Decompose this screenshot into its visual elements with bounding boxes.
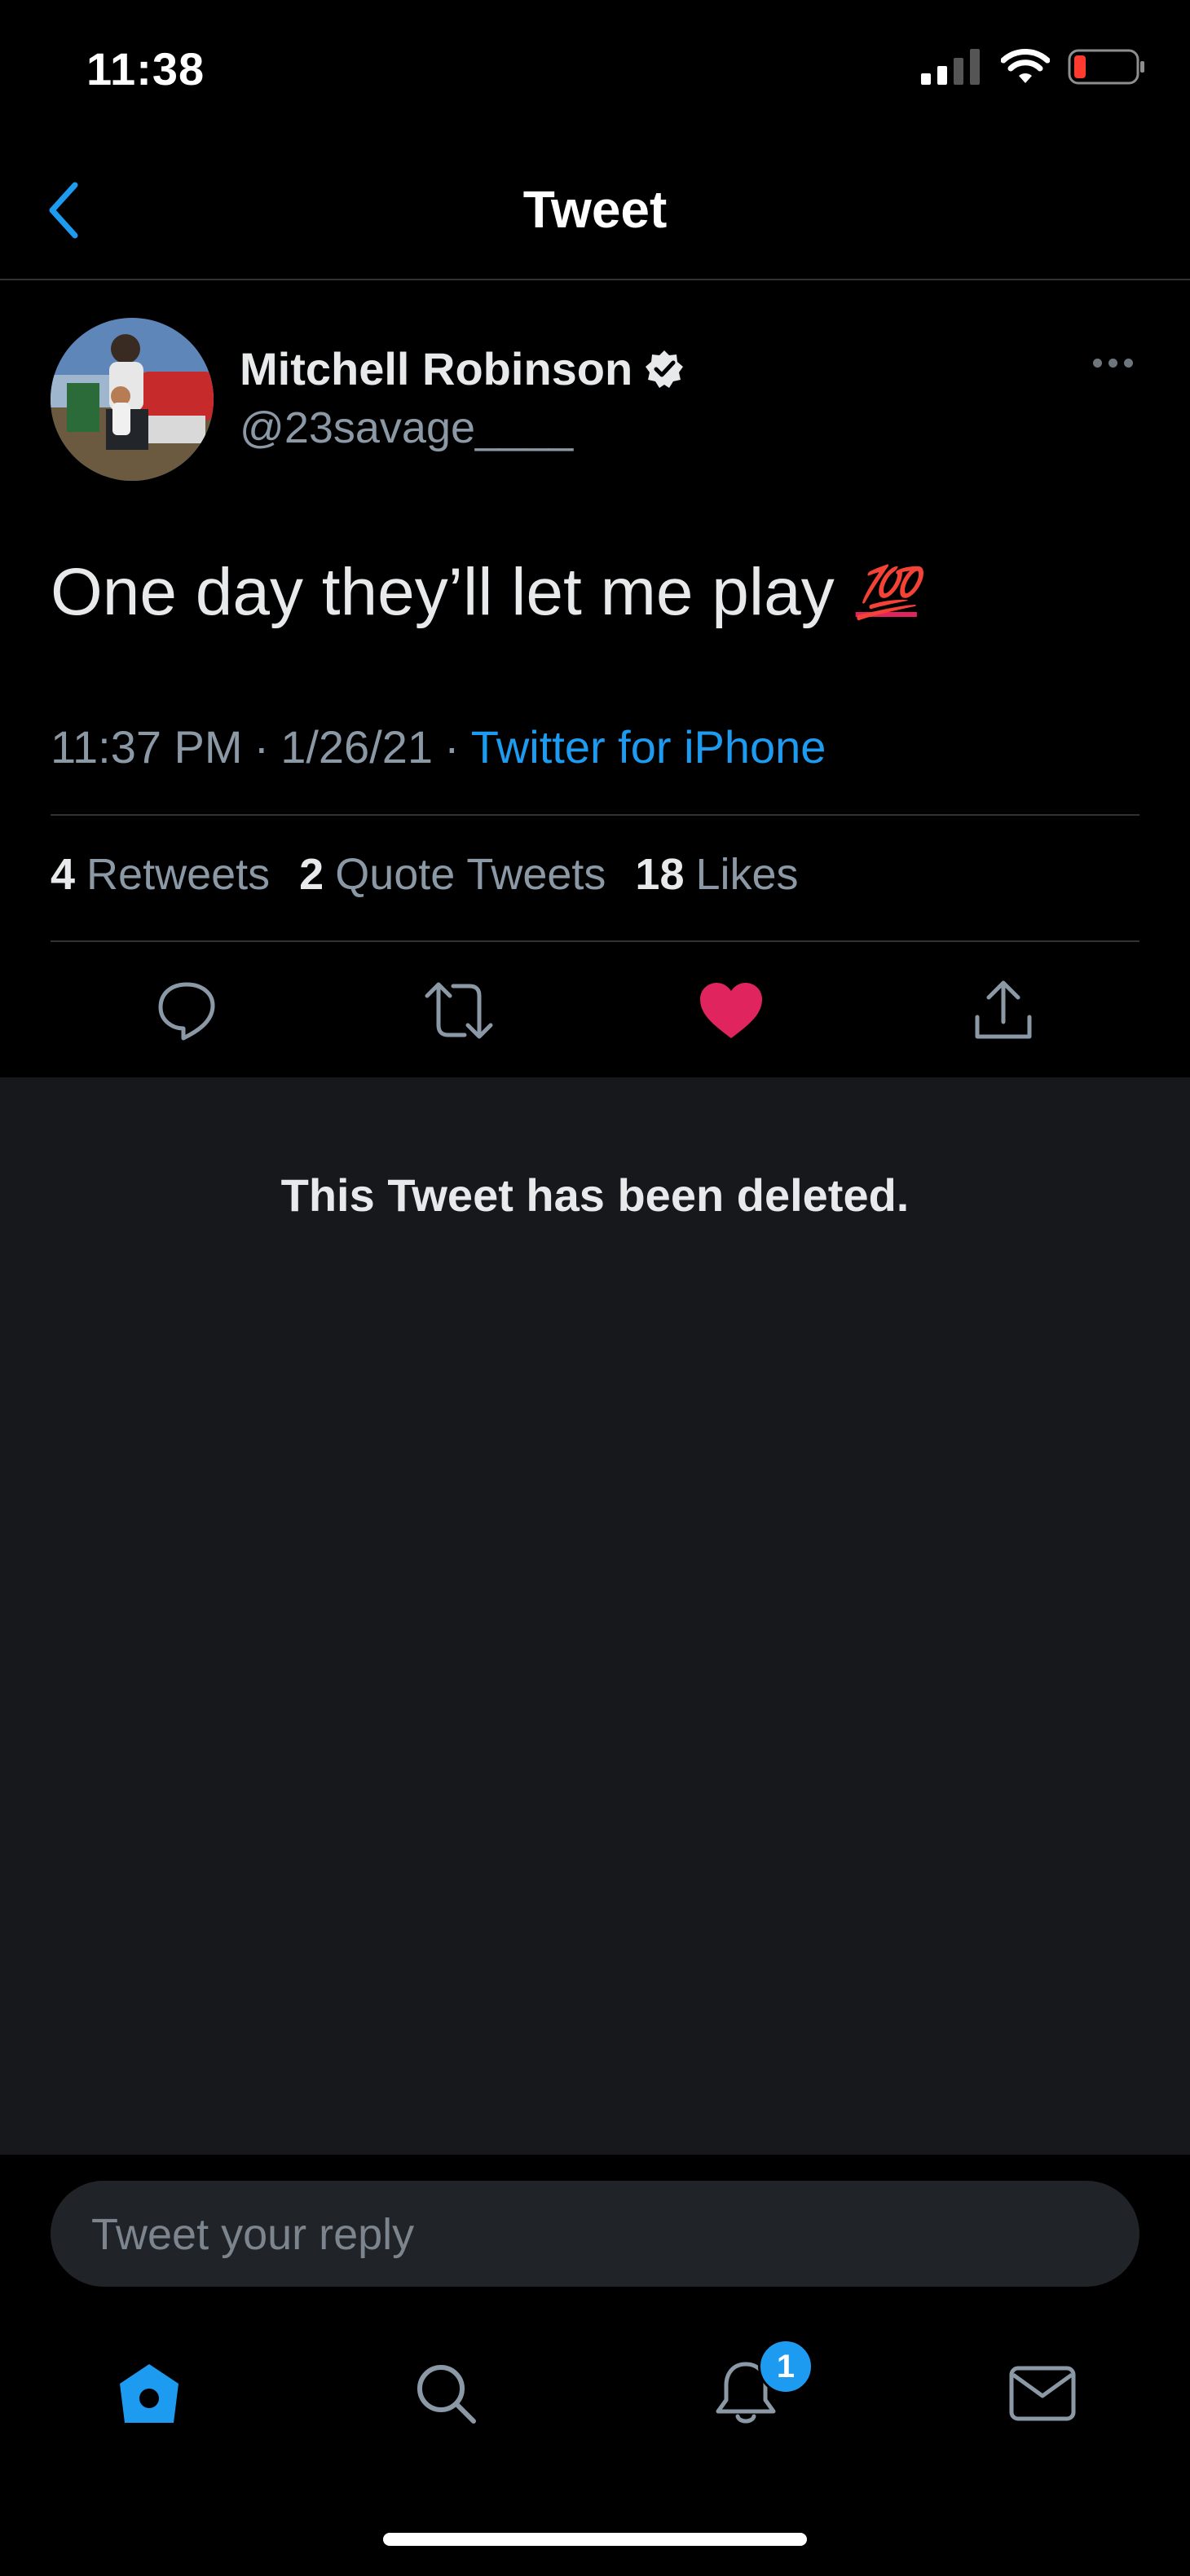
reply-button[interactable] [146,970,227,1051]
likes-count: 18 [635,850,685,899]
more-options-button[interactable] [1093,359,1133,368]
tab-messages[interactable] [998,2349,1087,2438]
meta-separator: · [253,721,270,773]
more-dot-icon [1124,359,1133,368]
more-dot-icon [1108,359,1117,368]
retweets-label: Retweets [86,850,271,899]
reply-input[interactable] [90,2181,1104,2288]
status-icons [921,49,1146,85]
home-indicator[interactable] [383,2533,807,2546]
author-name-text: Mitchell Robinson [240,343,633,394]
notifications-badge: 1 [758,2339,813,2394]
quotes-label: Quote Tweets [335,850,606,899]
meta-divider [51,814,1139,816]
tab-bar [0,2349,1190,2438]
search-icon [417,2365,476,2424]
avatar[interactable] [51,318,214,481]
author-name[interactable]: Mitchell Robinson [240,342,685,395]
home-icon [120,2364,178,2423]
deleted-tweet-notice: This Tweet has been deleted. [280,1169,910,1221]
tweet-stats: 4 Retweets 2 Quote Tweets 18 Likes [51,849,799,900]
signal-icon [921,49,980,85]
battery-low-icon [1068,49,1144,85]
stats-divider [51,940,1139,942]
like-button[interactable] [690,970,772,1051]
tab-search[interactable] [401,2349,491,2438]
more-dot-icon [1093,359,1102,368]
status-time: 11:38 [86,43,205,95]
likes-label: Likes [695,850,799,899]
page-title: Tweet [522,180,668,239]
heart-filled-icon [700,983,762,1038]
retweet-icon [425,982,493,1039]
tweet-actions [51,970,1139,1051]
tweet-date: 1/26/21 [280,721,434,773]
tweet-meta: 11:37 PM · 1/26/21 · Twitter for iPhone [51,720,826,773]
messages-icon [1009,2366,1076,2421]
quotes-count: 2 [299,850,324,899]
tweet-text: One day they’ll let me play 💯 [51,554,919,631]
tweet-text-body: One day they’ll let me play [51,555,835,629]
wifi-icon [1001,49,1050,83]
nav-divider [0,279,1190,280]
verified-badge-icon [646,350,684,388]
tweet-time: 11:37 PM [51,721,243,773]
reply-icon [158,982,215,1041]
author-handle[interactable]: @23savage____ [240,403,573,453]
tab-home[interactable] [104,2349,194,2438]
share-icon [975,980,1032,1039]
share-button[interactable] [963,970,1044,1051]
retweets-stat[interactable]: 4 Retweets [51,849,270,900]
tweet-source-link[interactable]: Twitter for iPhone [471,720,826,773]
likes-stat[interactable]: 18 Likes [635,849,798,900]
hundred-points-emoji: 💯 [855,564,919,621]
quotes-stat[interactable]: 2 Quote Tweets [299,849,606,900]
retweet-button[interactable] [418,970,500,1051]
meta-separator: · [444,721,460,773]
avatar-photo [51,318,214,481]
deleted-tweet-panel [0,1077,1190,2155]
retweets-count: 4 [51,850,76,899]
